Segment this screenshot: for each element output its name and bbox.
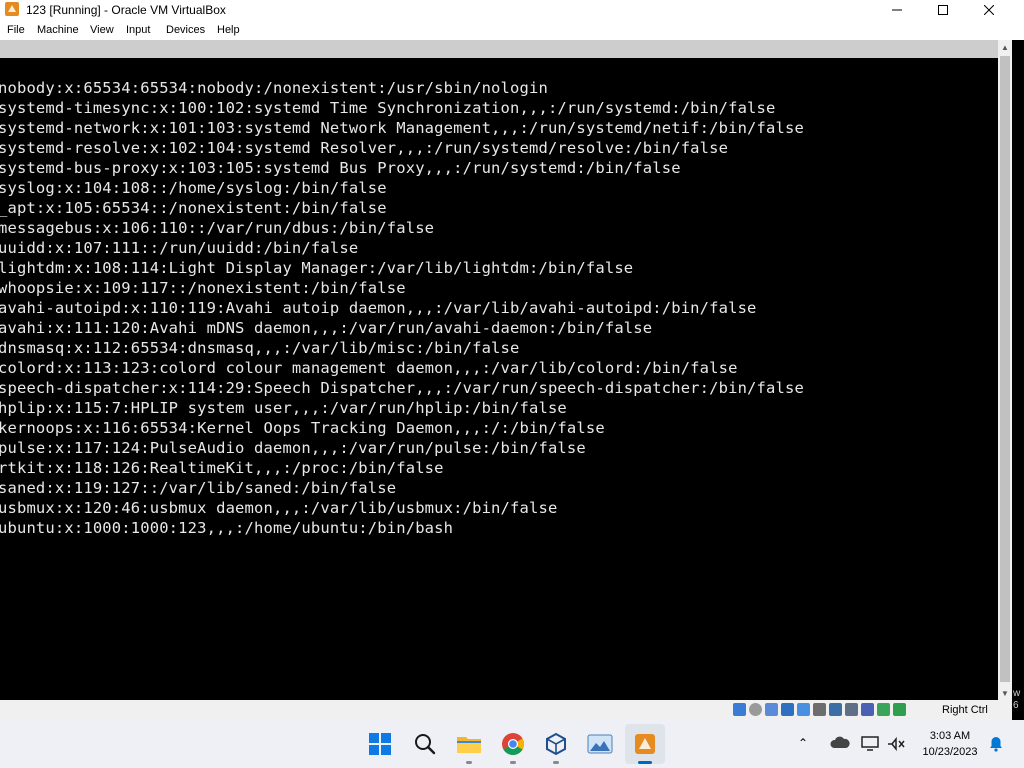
menu-view[interactable]: View xyxy=(90,24,114,36)
optical-drive-icon[interactable] xyxy=(749,703,762,716)
menu-input[interactable]: Input xyxy=(126,24,150,36)
vm-guest-screen[interactable]: GNU nano 2.5.3 File: /etc/passwd nobody:… xyxy=(0,40,998,700)
file-line: messagebus:x:106:110::/var/run/dbus:/bin… xyxy=(0,219,435,237)
file-line: _apt:x:105:65534::/nonexistent:/bin/fals… xyxy=(0,199,387,217)
file-line: uuidd:x:107:111::/run/uuidd:/bin/false xyxy=(0,239,359,257)
file-line: hplip:x:115:7:HPLIP system user,,,:/var/… xyxy=(0,399,567,417)
file-line: systemd-timesync:x:100:102:systemd Time … xyxy=(0,99,776,117)
file-line: kernoops:x:116:65534:Kernel Oops Trackin… xyxy=(0,419,605,437)
running-indicator xyxy=(553,761,559,764)
scrollbar-thumb[interactable] xyxy=(1000,56,1010,682)
clock-time: 3:03 AM xyxy=(929,730,971,742)
vertical-scrollbar[interactable]: ▲ ▼ xyxy=(998,40,1012,700)
scroll-up-arrow-icon[interactable]: ▲ xyxy=(998,40,1012,54)
display-icon[interactable] xyxy=(829,703,842,716)
taskbar-photos[interactable] xyxy=(580,724,620,764)
file-line: nobody:x:65534:65534:nobody:/nonexistent… xyxy=(0,79,548,97)
edge-text: 6 xyxy=(1013,700,1019,711)
display-icon[interactable] xyxy=(860,734,880,752)
running-indicator xyxy=(466,761,472,764)
cloud-icon[interactable] xyxy=(830,734,850,752)
system-clock[interactable]: 3:03 AM 10/23/2023 xyxy=(916,728,984,760)
window-titlebar: 123 [Running] - Oracle VM VirtualBox xyxy=(0,0,1024,20)
menu-machine[interactable]: Machine xyxy=(37,24,79,36)
edge-text: w xyxy=(1013,688,1021,699)
menu-devices[interactable]: Devices xyxy=(166,24,205,36)
virtualization-icon[interactable] xyxy=(861,703,874,716)
file-content[interactable]: nobody:x:65534:65534:nobody:/nonexistent… xyxy=(0,78,804,538)
file-line: dnsmasq:x:112:65534:dnsmasq,,,:/var/lib/… xyxy=(0,339,520,357)
network-muted-icon[interactable] xyxy=(886,734,906,752)
menu-help[interactable]: Help xyxy=(217,24,240,36)
vm-status-bar: Right Ctrl xyxy=(0,700,1012,720)
taskbar-virtualbox[interactable] xyxy=(536,724,576,764)
file-line: systemd-resolve:x:102:104:systemd Resolv… xyxy=(0,139,729,157)
nano-version: GNU nano 2.5.3 xyxy=(16,58,143,76)
window-title: 123 [Running] - Oracle VM VirtualBox xyxy=(26,3,226,17)
photos-icon xyxy=(587,734,613,754)
minimize-icon xyxy=(892,9,902,11)
file-line: syslog:x:104:108::/home/syslog:/bin/fals… xyxy=(0,179,387,197)
close-button[interactable] xyxy=(966,0,1012,20)
file-explorer-icon xyxy=(457,737,481,753)
hard-disk-icon[interactable] xyxy=(733,703,746,716)
taskbar-virtualbox-vm[interactable] xyxy=(625,724,665,764)
search-icon xyxy=(415,734,436,755)
close-icon xyxy=(984,5,994,15)
file-line: colord:x:113:123:colord colour managemen… xyxy=(0,359,738,377)
menu-file[interactable]: File xyxy=(7,24,25,36)
taskbar-search-button[interactable] xyxy=(405,724,445,764)
file-line: systemd-network:x:101:103:systemd Networ… xyxy=(0,119,804,137)
taskbar-file-explorer[interactable] xyxy=(449,724,489,764)
file-line: rtkit:x:118:126:RealtimeKit,,,:/proc:/bi… xyxy=(0,459,444,477)
file-line: speech-dispatcher:x:114:29:Speech Dispat… xyxy=(0,379,804,397)
file-line: saned:x:119:127::/var/lib/saned:/bin/fal… xyxy=(0,479,397,497)
maximize-icon xyxy=(938,5,948,15)
scroll-down-arrow-icon[interactable]: ▼ xyxy=(998,686,1012,700)
audio-icon[interactable] xyxy=(765,703,778,716)
clock-date: 10/23/2023 xyxy=(922,746,978,758)
virtualbox-vm-icon xyxy=(635,734,655,754)
file-line: ubuntu:x:1000:1000:123,,,:/home/ubuntu:/… xyxy=(0,519,454,537)
taskbar-chrome[interactable] xyxy=(493,724,533,764)
maximize-button[interactable] xyxy=(920,0,966,20)
background-window-edge: w 6 xyxy=(1012,40,1024,711)
menu-bar: File Machine View Input Devices Help xyxy=(0,20,1024,40)
show-hidden-icons-chevron[interactable]: ⌃ xyxy=(798,736,808,750)
minimize-button[interactable] xyxy=(874,0,920,20)
running-indicator xyxy=(510,761,516,764)
host-key-label: Right Ctrl xyxy=(942,704,988,716)
video-capture-icon[interactable] xyxy=(845,703,858,716)
notification-bell-icon[interactable] xyxy=(988,736,1004,752)
running-indicator xyxy=(638,761,652,764)
file-line: pulse:x:117:124:PulseAudio daemon,,,:/va… xyxy=(0,439,586,457)
virtualbox-app-icon xyxy=(5,2,19,16)
file-line: usbmux:x:120:46:usbmux daemon,,,:/var/li… xyxy=(0,499,558,517)
nano-header: GNU nano 2.5.3 File: /etc/passwd xyxy=(0,40,998,94)
file-line: whoopsie:x:109:117::/nonexistent:/bin/fa… xyxy=(0,279,406,297)
usb-icon[interactable] xyxy=(797,703,810,716)
mouse-integration-icon[interactable] xyxy=(877,703,890,716)
windows-start-icon xyxy=(369,733,391,755)
file-line: systemd-bus-proxy:x:103:105:systemd Bus … xyxy=(0,159,681,177)
file-line: lightdm:x:108:114:Light Display Manager:… xyxy=(0,259,634,277)
chrome-icon xyxy=(502,733,524,755)
network-icon[interactable] xyxy=(781,703,794,716)
shared-folders-icon[interactable] xyxy=(813,703,826,716)
keyboard-capture-icon[interactable] xyxy=(893,703,906,716)
virtualbox-icon xyxy=(546,732,566,756)
start-button[interactable] xyxy=(360,724,400,764)
windows-taskbar: ⌃ 3:03 AM 10/23/2023 xyxy=(0,720,1024,768)
file-line: avahi:x:111:120:Avahi mDNS daemon,,,:/va… xyxy=(0,319,653,337)
file-line: avahi-autoipd:x:110:119:Avahi autoip dae… xyxy=(0,299,757,317)
